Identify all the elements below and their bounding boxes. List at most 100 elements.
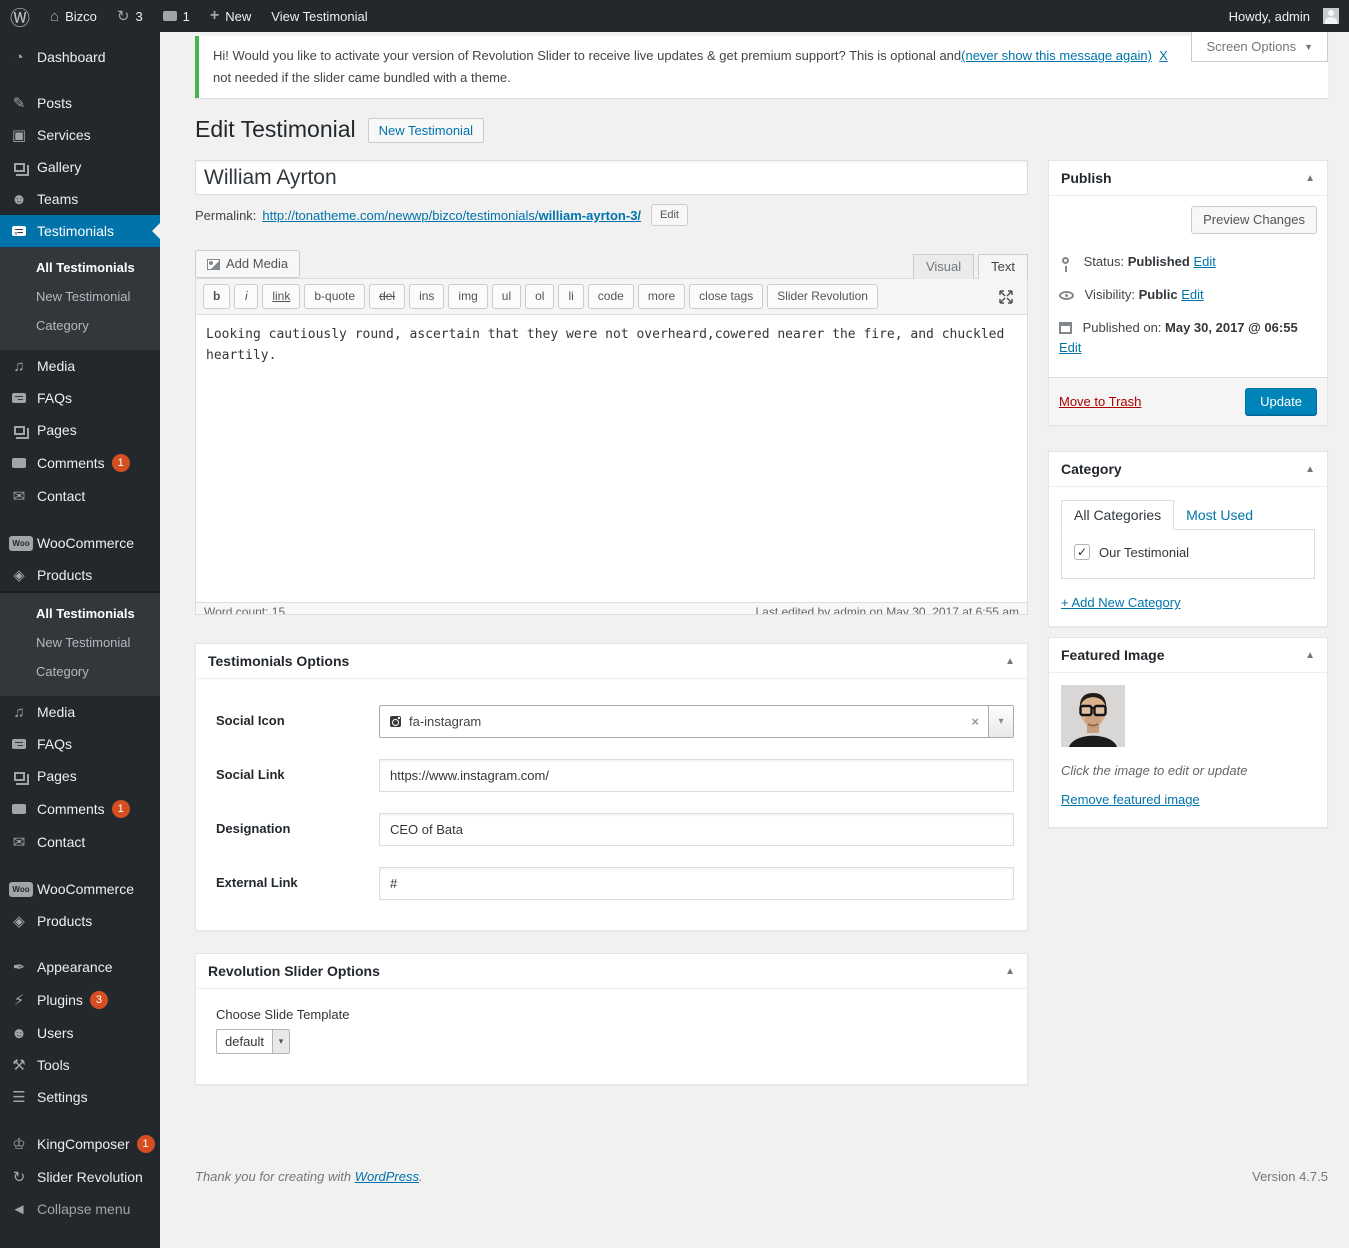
sidebar-item-contact[interactable]: ✉Contact bbox=[0, 826, 160, 858]
sidebar-item-media[interactable]: ♫Media bbox=[0, 350, 160, 382]
tab-most-used[interactable]: Most Used bbox=[1186, 507, 1253, 523]
ol-button[interactable]: ol bbox=[525, 284, 554, 309]
sidebar-item-faqs[interactable]: FAQs bbox=[0, 728, 160, 760]
sidebar-item-posts[interactable]: ✎Posts bbox=[0, 87, 160, 119]
bold-button[interactable]: b bbox=[203, 284, 230, 309]
admin-bar: Ⓦ ⌂ Bizco ↻ 3 1 + New View Testimonial H… bbox=[0, 0, 1349, 32]
sidebar-item-products[interactable]: ◈Products bbox=[0, 905, 160, 937]
my-account-menu[interactable]: Howdy, admin bbox=[1219, 0, 1349, 32]
tab-text[interactable]: Text bbox=[978, 254, 1028, 279]
li-button[interactable]: li bbox=[558, 284, 583, 309]
collapse-toggle-icon[interactable]: ▲ bbox=[1305, 650, 1315, 661]
wordpress-menu[interactable]: Ⓦ bbox=[0, 0, 40, 32]
permalink-link[interactable]: http://tonatheme.com/newwp/bizco/testimo… bbox=[262, 208, 641, 223]
collapse-toggle-icon[interactable]: ▲ bbox=[1005, 656, 1015, 667]
sidebar-item-woocommerce[interactable]: WooWooCommerce bbox=[0, 526, 160, 559]
slide-template-select[interactable]: default ▾ bbox=[216, 1029, 290, 1054]
category-checkbox[interactable]: ✓ bbox=[1074, 544, 1090, 560]
featured-image-thumbnail[interactable] bbox=[1061, 685, 1125, 747]
sidebar-item-pages[interactable]: Pages bbox=[0, 414, 160, 446]
italic-button[interactable]: i bbox=[234, 284, 258, 309]
update-button[interactable]: Update bbox=[1245, 388, 1317, 415]
sidebar-item-products[interactable]: ◈Products bbox=[0, 559, 160, 591]
edit-published-link[interactable]: Edit bbox=[1059, 340, 1081, 355]
sidebar-item-settings[interactable]: ☰Settings bbox=[0, 1081, 160, 1113]
view-testimonial-link[interactable]: View Testimonial bbox=[261, 0, 377, 32]
dismiss-notice-link[interactable]: X bbox=[1159, 48, 1168, 63]
revolution-slider-options-header[interactable]: Revolution Slider Options ▲ bbox=[196, 954, 1027, 989]
code-button[interactable]: code bbox=[588, 284, 634, 309]
edit-status-link[interactable]: Edit bbox=[1193, 254, 1215, 269]
collapse-toggle-icon[interactable]: ▲ bbox=[1005, 966, 1015, 977]
img-button[interactable]: img bbox=[448, 284, 487, 309]
more-button[interactable]: more bbox=[638, 284, 685, 309]
publish-header[interactable]: Publish ▲ bbox=[1049, 161, 1327, 196]
ul-button[interactable]: ul bbox=[492, 284, 521, 309]
move-to-trash-link[interactable]: Move to Trash bbox=[1059, 394, 1141, 409]
sidebar-item-teams[interactable]: ☻Teams bbox=[0, 183, 160, 215]
sidebar-item-tools[interactable]: ⚒Tools bbox=[0, 1049, 160, 1081]
sidebar-item-comments[interactable]: Comments1 bbox=[0, 446, 160, 480]
social-icon-select[interactable]: fa-instagram × ▾ bbox=[379, 705, 1014, 738]
sidebar-item-contact[interactable]: ✉Contact bbox=[0, 480, 160, 512]
wordpress-link[interactable]: WordPress bbox=[355, 1169, 419, 1184]
sidebar-item-category[interactable]: Category bbox=[0, 657, 160, 686]
sidebar-item-users[interactable]: ☻Users bbox=[0, 1017, 160, 1049]
category-header[interactable]: Category ▲ bbox=[1049, 452, 1327, 487]
close-tags-button[interactable]: close tags bbox=[689, 284, 763, 309]
blockquote-button[interactable]: b-quote bbox=[304, 284, 365, 309]
screen-options-button[interactable]: Screen Options ▼ bbox=[1191, 32, 1328, 62]
sidebar-item-gallery[interactable]: Gallery bbox=[0, 151, 160, 183]
designation-input[interactable] bbox=[379, 813, 1014, 846]
testimonials-options-header[interactable]: Testimonials Options ▲ bbox=[196, 644, 1027, 679]
link-button[interactable]: link bbox=[262, 284, 300, 309]
sidebar-item-services[interactable]: ▣Services bbox=[0, 119, 160, 151]
sidebar-item-dashboard[interactable]: ◔Dashboard bbox=[0, 41, 160, 73]
sidebar-item-appearance[interactable]: ✒Appearance bbox=[0, 951, 160, 983]
sidebar-item-comments[interactable]: Comments1 bbox=[0, 792, 160, 826]
sidebar-item-pages[interactable]: Pages bbox=[0, 760, 160, 792]
sidebar-item-plugins[interactable]: ⚡Plugins3 bbox=[0, 983, 160, 1017]
sidebar-item-new-testimonial[interactable]: New Testimonial bbox=[0, 628, 160, 657]
updates-link[interactable]: ↻ 3 bbox=[107, 0, 153, 32]
clear-selection-icon[interactable]: × bbox=[962, 714, 988, 729]
tools-icon: ⚒ bbox=[9, 1058, 29, 1073]
sidebar-item-all-testimonials[interactable]: All Testimonials bbox=[0, 253, 160, 282]
never-show-again-link[interactable]: (never show this message again) bbox=[961, 48, 1152, 63]
sidebar-item-media[interactable]: ♫Media bbox=[0, 696, 160, 728]
choose-slide-template-label: Choose Slide Template bbox=[216, 1007, 1007, 1022]
post-title-input[interactable] bbox=[195, 160, 1028, 195]
new-content-menu[interactable]: + New bbox=[200, 0, 261, 32]
ins-button[interactable]: ins bbox=[409, 284, 444, 309]
edit-permalink-button[interactable]: Edit bbox=[651, 204, 688, 226]
post-content-textarea[interactable]: Looking cautiously round, ascertain that… bbox=[196, 315, 1027, 602]
social-link-input[interactable] bbox=[379, 759, 1014, 792]
add-new-category-link[interactable]: + Add New Category bbox=[1061, 595, 1181, 610]
new-testimonial-button[interactable]: New Testimonial bbox=[368, 118, 484, 143]
tab-visual[interactable]: Visual bbox=[913, 254, 974, 279]
tab-all-categories[interactable]: All Categories bbox=[1061, 500, 1174, 530]
sidebar-item-category[interactable]: Category bbox=[0, 311, 160, 340]
slider-revolution-button[interactable]: Slider Revolution bbox=[767, 284, 878, 309]
collapse-toggle-icon[interactable]: ▲ bbox=[1305, 173, 1315, 184]
comments-link[interactable]: 1 bbox=[153, 0, 200, 32]
external-link-input[interactable] bbox=[379, 867, 1014, 900]
collapse-menu-button[interactable]: ◄Collapse menu bbox=[0, 1193, 160, 1225]
site-name-link[interactable]: ⌂ Bizco bbox=[40, 0, 107, 32]
dropdown-arrow-icon[interactable]: ▾ bbox=[988, 706, 1013, 737]
collapse-toggle-icon[interactable]: ▲ bbox=[1305, 464, 1315, 475]
sidebar-item-woocommerce[interactable]: WooWooCommerce bbox=[0, 872, 160, 905]
sidebar-item-new-testimonial[interactable]: New Testimonial bbox=[0, 282, 160, 311]
edit-visibility-link[interactable]: Edit bbox=[1181, 287, 1203, 302]
add-media-button[interactable]: Add Media bbox=[195, 250, 300, 278]
fullscreen-button[interactable] bbox=[998, 289, 1014, 305]
sidebar-item-all-testimonials[interactable]: All Testimonials bbox=[0, 599, 160, 628]
sidebar-item-faqs[interactable]: FAQs bbox=[0, 382, 160, 414]
sidebar-item-slider-revolution[interactable]: ↻Slider Revolution bbox=[0, 1161, 160, 1193]
preview-changes-button[interactable]: Preview Changes bbox=[1191, 206, 1317, 234]
sidebar-item-kingcomposer[interactable]: ♔KingComposer1 bbox=[0, 1127, 160, 1161]
featured-image-header[interactable]: Featured Image ▲ bbox=[1049, 638, 1327, 673]
del-button[interactable]: del bbox=[369, 284, 405, 309]
remove-featured-image-link[interactable]: Remove featured image bbox=[1061, 792, 1200, 807]
sidebar-item-testimonials[interactable]: Testimonials bbox=[0, 215, 160, 247]
